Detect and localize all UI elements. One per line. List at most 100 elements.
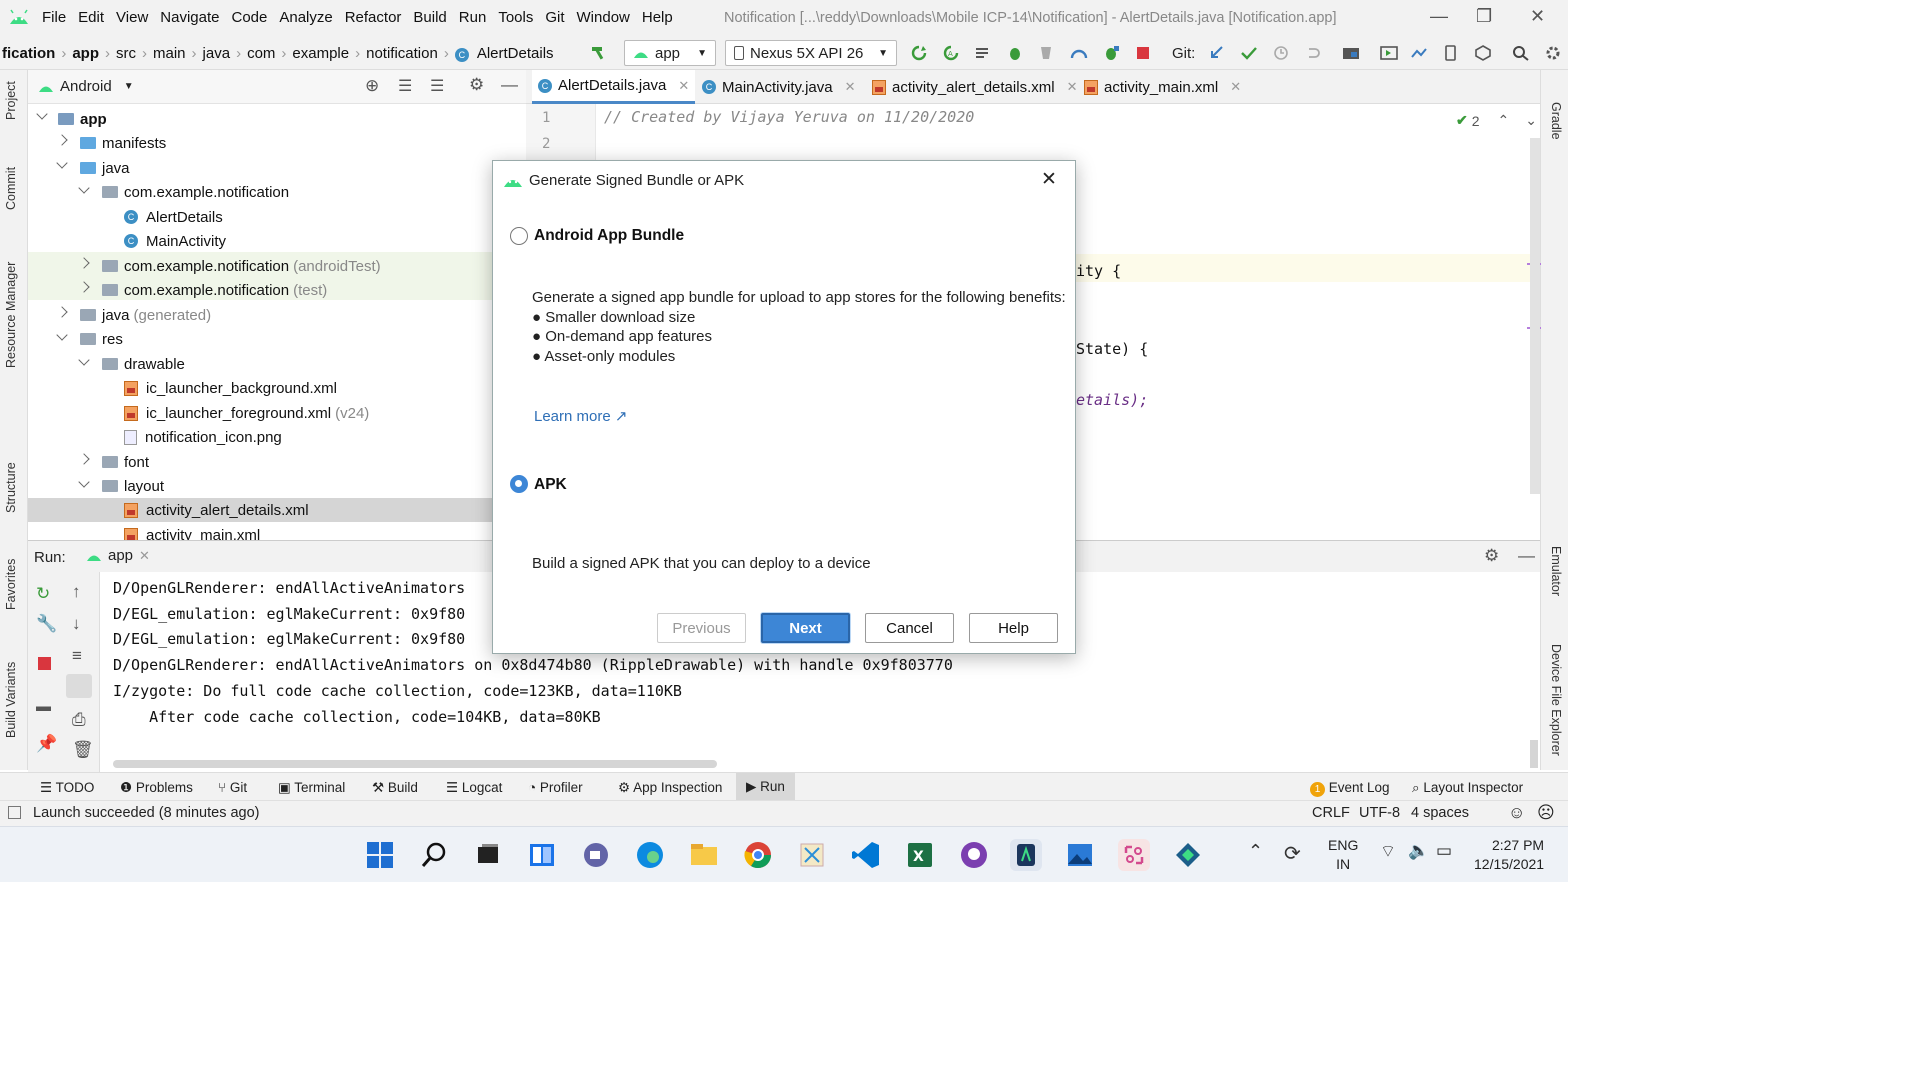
pin-icon[interactable]: 📌 [36, 734, 57, 754]
breadcrumb-project[interactable]: fication [2, 45, 55, 62]
search-icon[interactable] [1512, 45, 1530, 61]
menu-git[interactable]: Git [545, 9, 564, 26]
file-explorer-icon[interactable] [688, 839, 720, 871]
tree-item-alertdetails[interactable]: C AlertDetails [124, 205, 223, 229]
tool-resource-manager[interactable]: Resource Manager [4, 262, 18, 368]
tool-git[interactable]: ⑂ Git [218, 780, 247, 795]
menu-run[interactable]: Run [459, 9, 487, 26]
menu-build[interactable]: Build [413, 9, 446, 26]
settings-gear-icon[interactable] [1544, 45, 1562, 61]
menu-help[interactable]: Help [642, 9, 673, 26]
minimize-icon[interactable]: — [1430, 6, 1448, 27]
chevron-right-icon[interactable] [78, 453, 90, 465]
chevron-down-icon[interactable] [56, 157, 68, 169]
tool-app-inspection[interactable]: ⚙ App Inspection [618, 780, 722, 796]
option-app-bundle-label[interactable]: Android App Bundle [534, 227, 684, 245]
tool-todo[interactable]: ☰ TODO [40, 780, 94, 796]
tab-mainactivity-java[interactable]: C MainActivity.java ✕ [696, 70, 862, 104]
tool-gradle[interactable]: Gradle [1549, 102, 1563, 140]
tree-item-app[interactable]: app [58, 107, 107, 131]
chevron-down-icon[interactable] [78, 354, 90, 366]
scroll-to-end-icon[interactable] [66, 674, 92, 698]
tool-terminal[interactable]: ▣ Terminal [278, 780, 345, 796]
console-h-scrollbar[interactable] [113, 760, 717, 768]
github-desktop-icon[interactable] [958, 839, 990, 871]
breadcrumb-alertdetails[interactable]: AlertDetails [477, 45, 554, 62]
breadcrumb-main[interactable]: main [153, 45, 186, 62]
tool-emulator[interactable]: Emulator [1549, 546, 1563, 596]
sync-icon[interactable]: ⟳ [1284, 841, 1301, 866]
device-manager-icon[interactable] [1442, 45, 1460, 61]
sad-face-icon[interactable]: ☹ [1537, 803, 1555, 823]
menu-window[interactable]: Window [577, 9, 630, 26]
coverage-icon[interactable] [1038, 45, 1056, 61]
arrow-down-icon[interactable]: ↓ [72, 614, 81, 634]
previous-button[interactable]: Previous [657, 613, 746, 643]
battery-icon[interactable]: ▭ [1436, 841, 1452, 861]
wrench-icon[interactable]: 🔧 [36, 614, 57, 634]
soft-wrap-icon[interactable]: ≡ [72, 646, 82, 666]
tool-problems[interactable]: ❶ Problems [120, 780, 193, 796]
tool-build[interactable]: ⚒ Build [372, 780, 418, 796]
apply-code-changes-icon[interactable]: A [942, 45, 960, 61]
inspection-widget[interactable]: ✔ 2 ⌃ ⌄ [1456, 112, 1537, 129]
close-tab-icon[interactable]: ✕ [678, 78, 689, 94]
menu-analyze[interactable]: Analyze [279, 9, 332, 26]
tree-item-res[interactable]: res [80, 327, 123, 351]
tab-activity-main-xml[interactable]: activity_main.xml ✕ [1078, 70, 1247, 104]
device-select[interactable]: Nexus 5X API 26 ▼ [725, 40, 897, 66]
git-rollback-icon[interactable] [1304, 45, 1322, 61]
tool-logcat[interactable]: ☰ Logcat [446, 780, 502, 796]
menu-refactor[interactable]: Refactor [345, 9, 402, 26]
project-view-select[interactable]: Android ▼ [38, 78, 134, 95]
radio-apk[interactable] [510, 475, 528, 493]
chevron-down-icon[interactable] [78, 476, 90, 488]
start-icon[interactable] [364, 839, 396, 871]
print-icon[interactable]: ⎙ [72, 710, 86, 730]
tree-item-manifests[interactable]: manifests [80, 131, 166, 155]
photos-icon[interactable] [1064, 839, 1096, 871]
chevron-down-icon[interactable] [56, 329, 68, 341]
tree-item-androidtest[interactable]: com.example.notification (androidTest) [102, 254, 381, 278]
chat-icon[interactable] [580, 839, 612, 871]
breadcrumb-app[interactable]: app [72, 45, 99, 62]
happy-face-icon[interactable]: ☺ [1508, 803, 1525, 823]
run-tab-app[interactable]: app ✕ [86, 547, 150, 564]
chrome-icon[interactable] [742, 839, 774, 871]
tree-item-activity-alert-details[interactable]: activity_alert_details.xml [124, 498, 309, 522]
rerun-tests-icon[interactable] [974, 45, 992, 61]
language-indicator[interactable]: ENG IN [1328, 836, 1358, 874]
task-view-icon[interactable] [472, 839, 504, 871]
tree-item-ic-launcher-foreground[interactable]: ic_launcher_foreground.xml (v24) [124, 401, 369, 425]
close-tab-icon[interactable]: ✕ [1067, 79, 1078, 95]
avd-manager-icon[interactable] [1380, 45, 1398, 61]
close-icon[interactable]: ✕ [1041, 168, 1057, 191]
app-icon[interactable] [1172, 839, 1204, 871]
debug-icon[interactable] [1006, 45, 1024, 61]
menu-view[interactable]: View [116, 9, 148, 26]
indent-setting[interactable]: 4 spaces [1411, 805, 1469, 821]
tree-item-font[interactable]: font [102, 450, 149, 474]
tree-item-drawable[interactable]: drawable [102, 352, 185, 376]
close-tab-icon[interactable]: ✕ [1230, 79, 1241, 95]
tab-alertdetails-java[interactable]: C AlertDetails.java ✕ [532, 70, 696, 104]
menu-navigate[interactable]: Navigate [160, 9, 219, 26]
gear-icon[interactable]: ⚙ [1484, 546, 1499, 566]
tool-project[interactable]: Project [4, 81, 18, 120]
layout-icon[interactable]: ▬ [36, 698, 51, 715]
chevron-right-icon[interactable] [56, 134, 68, 146]
snip-tool-icon[interactable] [796, 839, 828, 871]
chevron-right-icon[interactable] [56, 306, 68, 318]
stop-icon[interactable] [38, 657, 51, 670]
sync-gradle-icon[interactable] [1410, 45, 1428, 61]
stop-icon[interactable] [1134, 45, 1152, 61]
tab-activity-alert-details-xml[interactable]: activity_alert_details.xml ✕ [866, 70, 1083, 104]
line-separator[interactable]: CRLF [1312, 805, 1350, 821]
tool-favorites[interactable]: Favorites [4, 559, 18, 610]
editor-scrollbar[interactable] [1530, 138, 1540, 494]
tool-profiler[interactable]: ◔ Profiler [528, 780, 583, 795]
wifi-icon[interactable]: ⌔ [1380, 841, 1396, 862]
tool-commit[interactable]: Commit [4, 167, 18, 210]
tree-item-java[interactable]: java [80, 156, 130, 180]
clock[interactable]: 2:27 PM 12/15/2021 [1474, 836, 1544, 874]
